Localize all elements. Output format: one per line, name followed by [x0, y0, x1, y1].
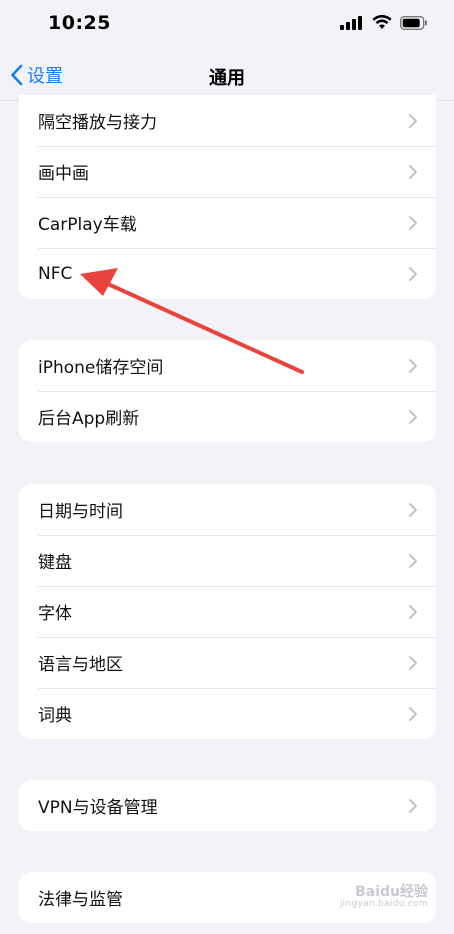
row-label: VPN与设备管理: [38, 798, 158, 818]
row-label: 日期与时间: [38, 502, 123, 522]
row-dictionary[interactable]: 词典: [19, 688, 436, 739]
settings-group-airplay: 隔空播放与接力 画中画 CarPlay车载 NFC: [19, 95, 436, 299]
wifi-icon: [372, 15, 392, 29]
watermark-sub: jingyan.baidu.com: [339, 899, 428, 910]
chevron-right-icon: [409, 605, 417, 619]
row-vpn-device-management[interactable]: VPN与设备管理: [19, 780, 436, 831]
nav-bar: 设置 通用: [0, 52, 454, 100]
row-airplay-handoff[interactable]: 隔空播放与接力: [19, 95, 436, 146]
chevron-right-icon: [409, 165, 417, 179]
status-icons: [340, 15, 428, 30]
row-label: CarPlay车载: [38, 215, 137, 235]
row-label: 法律与监管: [38, 890, 123, 910]
status-time: 10:25: [48, 12, 111, 34]
chevron-right-icon: [409, 554, 417, 568]
row-nfc[interactable]: NFC: [19, 248, 436, 299]
chevron-right-icon: [409, 410, 417, 424]
chevron-right-icon: [409, 114, 417, 128]
row-label: 隔空播放与接力: [38, 113, 157, 133]
row-carplay[interactable]: CarPlay车载: [19, 197, 436, 248]
row-label: 词典: [38, 706, 72, 726]
row-background-app-refresh[interactable]: 后台App刷新: [19, 391, 436, 442]
chevron-right-icon: [409, 216, 417, 230]
settings-group-vpn: VPN与设备管理: [19, 780, 436, 831]
row-keyboard[interactable]: 键盘: [19, 535, 436, 586]
chevron-right-icon: [409, 656, 417, 670]
row-fonts[interactable]: 字体: [19, 586, 436, 637]
chevron-right-icon: [409, 707, 417, 721]
row-date-time[interactable]: 日期与时间: [19, 484, 436, 535]
row-language-region[interactable]: 语言与地区: [19, 637, 436, 688]
page-title: 通用: [209, 68, 245, 89]
battery-icon: [400, 15, 427, 30]
status-bar: 10:25: [0, 0, 454, 50]
chevron-right-icon: [409, 267, 417, 281]
row-label: 字体: [38, 604, 72, 624]
watermark: Baidu经验 jingyan.baidu.com: [339, 883, 428, 910]
row-label: 语言与地区: [38, 655, 123, 675]
row-label: 后台App刷新: [38, 409, 140, 429]
chevron-right-icon: [409, 799, 417, 813]
row-label: 画中画: [38, 164, 89, 184]
row-label: iPhone储存空间: [38, 358, 164, 378]
settings-group-locale: 日期与时间 键盘 字体 语言与地区 词典: [19, 484, 436, 739]
chevron-right-icon: [409, 503, 417, 517]
row-iphone-storage[interactable]: iPhone储存空间: [19, 340, 436, 391]
chevron-right-icon: [409, 359, 417, 373]
cellular-signal-icon: [340, 15, 362, 30]
watermark-title: Baidu经验: [355, 883, 428, 900]
settings-group-storage: iPhone储存空间 后台App刷新: [19, 340, 436, 442]
row-picture-in-picture[interactable]: 画中画: [19, 146, 436, 197]
row-label: NFC: [38, 263, 73, 284]
row-label: 键盘: [38, 553, 72, 573]
